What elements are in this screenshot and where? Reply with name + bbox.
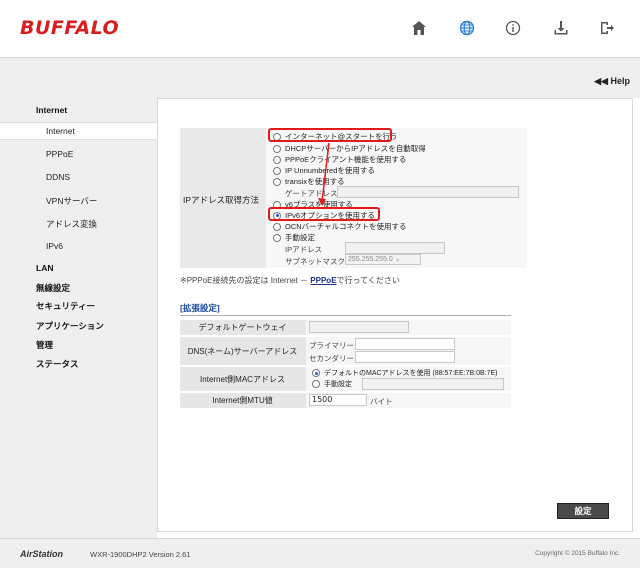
ip-method-label: IPアドレス取得方法 xyxy=(183,195,260,205)
radio-button[interactable] xyxy=(273,166,281,175)
sidebar-heading-application[interactable]: アプリケーション xyxy=(36,320,104,332)
subnet-mask-select[interactable]: 255.255.255.0 ⌄ xyxy=(345,254,421,265)
ip-address-input[interactable] xyxy=(345,242,445,254)
radio-button[interactable] xyxy=(312,380,320,388)
sidebar xyxy=(0,98,157,538)
airstation-logo: AirStation xyxy=(20,549,64,559)
primary-dns-input[interactable] xyxy=(355,338,455,350)
radio-button[interactable] xyxy=(273,144,281,153)
sidebar-heading-security[interactable]: セキュリティー xyxy=(36,300,95,312)
sidebar-heading-admin[interactable]: 管理 xyxy=(36,339,53,351)
secondary-dns-label: セカンダリー xyxy=(309,354,354,363)
sidebar-item-ddns[interactable]: DDNS xyxy=(46,172,70,182)
mtu-unit: バイト xyxy=(370,397,393,406)
sidebar-heading-wireless[interactable]: 無線設定 xyxy=(36,282,70,294)
mtu-input[interactable]: 1500 xyxy=(309,394,367,406)
mac-default-label: デフォルトのMACアドレスを使用 (88:57:EE:7B:0B:7E) xyxy=(324,370,498,377)
dns-label: DNS(ネーム)サーバーアドレス xyxy=(187,346,298,356)
default-gateway-label: デフォルトゲートウェイ xyxy=(198,323,287,332)
ip-address-label: IPアドレス xyxy=(285,245,323,254)
radio-button[interactable] xyxy=(273,155,281,164)
red-arrow-icon xyxy=(318,142,330,206)
primary-dns-label: プライマリー xyxy=(309,341,354,350)
pppoe-note: ※PPPoE接続先の設定は Internet － PPPoEで行ってください xyxy=(180,275,400,286)
extended-settings-title: [拡張設定] xyxy=(180,303,220,313)
download-icon[interactable] xyxy=(550,17,572,39)
option-dhcp[interactable]: DHCPサーバーからIPアドレスを自動取得 xyxy=(273,143,426,154)
subnet-mask-value: 255.255.255.0 xyxy=(348,256,393,263)
mac-manual-label: 手動設定 xyxy=(324,381,352,388)
subnet-mask-label: サブネットマスク xyxy=(285,257,345,266)
home-icon[interactable] xyxy=(408,17,430,39)
model-version: WXR-1900DHP2 Version 2.61 xyxy=(90,550,191,559)
sidebar-heading-status[interactable]: ステータス xyxy=(36,358,79,370)
sidebar-item-ipv6[interactable]: IPv6 xyxy=(46,241,63,251)
mac-manual-option[interactable]: 手動設定 xyxy=(312,379,352,389)
sidebar-heading-internet[interactable]: Internet xyxy=(36,105,67,115)
help-link[interactable]: ◀◀ Help xyxy=(594,76,630,87)
sub-header-band xyxy=(0,58,640,98)
sidebar-item-pppoe[interactable]: PPPoE xyxy=(46,149,73,159)
buffalo-logo[interactable]: BUFFALO xyxy=(20,17,119,39)
mtu-value: 1500 xyxy=(312,395,333,404)
note-prefix: ※PPPoE接続先の設定は Internet － xyxy=(180,276,311,285)
sidebar-active-row xyxy=(0,122,157,140)
pppoe-link[interactable]: PPPoE xyxy=(310,276,336,285)
sidebar-item-vpn[interactable]: VPNサーバー xyxy=(46,195,97,207)
globe-icon[interactable] xyxy=(456,17,478,39)
section-divider xyxy=(180,315,511,316)
default-gateway-input[interactable] xyxy=(309,321,409,333)
save-settings-button[interactable]: 設定 xyxy=(557,503,609,519)
mtu-label: Internet側MTU値 xyxy=(212,396,273,405)
info-icon[interactable] xyxy=(502,17,524,39)
radio-button[interactable] xyxy=(273,233,281,242)
option-label: OCNバーチャルコネクトを使用する xyxy=(285,222,407,231)
option-label: 手動設定 xyxy=(285,233,315,242)
radio-button[interactable] xyxy=(273,222,281,231)
option-ocn-virtual-connect[interactable]: OCNバーチャルコネクトを使用する xyxy=(273,221,406,232)
radio-button-selected[interactable] xyxy=(312,369,320,377)
mac-default-option[interactable]: デフォルトのMACアドレスを使用 (88:57:EE:7B:0B:7E) xyxy=(312,368,497,378)
copyright: Copyright © 2015 Buffalo Inc. xyxy=(535,550,620,557)
note-suffix: で行ってください xyxy=(336,276,400,285)
option-manual[interactable]: 手動設定 xyxy=(273,232,315,243)
sidebar-heading-lan[interactable]: LAN xyxy=(36,263,53,273)
mac-manual-input[interactable] xyxy=(362,378,504,390)
mac-label: Internet側MACアドレス xyxy=(200,374,285,384)
logout-icon[interactable] xyxy=(596,17,618,39)
gateway-address-input[interactable] xyxy=(337,186,519,198)
sidebar-item-internet[interactable]: Internet xyxy=(46,126,75,136)
secondary-dns-input[interactable] xyxy=(355,351,455,363)
radio-button[interactable] xyxy=(273,177,281,186)
sidebar-item-nat[interactable]: アドレス変換 xyxy=(46,218,97,230)
chevron-down-icon: ⌄ xyxy=(394,256,401,263)
